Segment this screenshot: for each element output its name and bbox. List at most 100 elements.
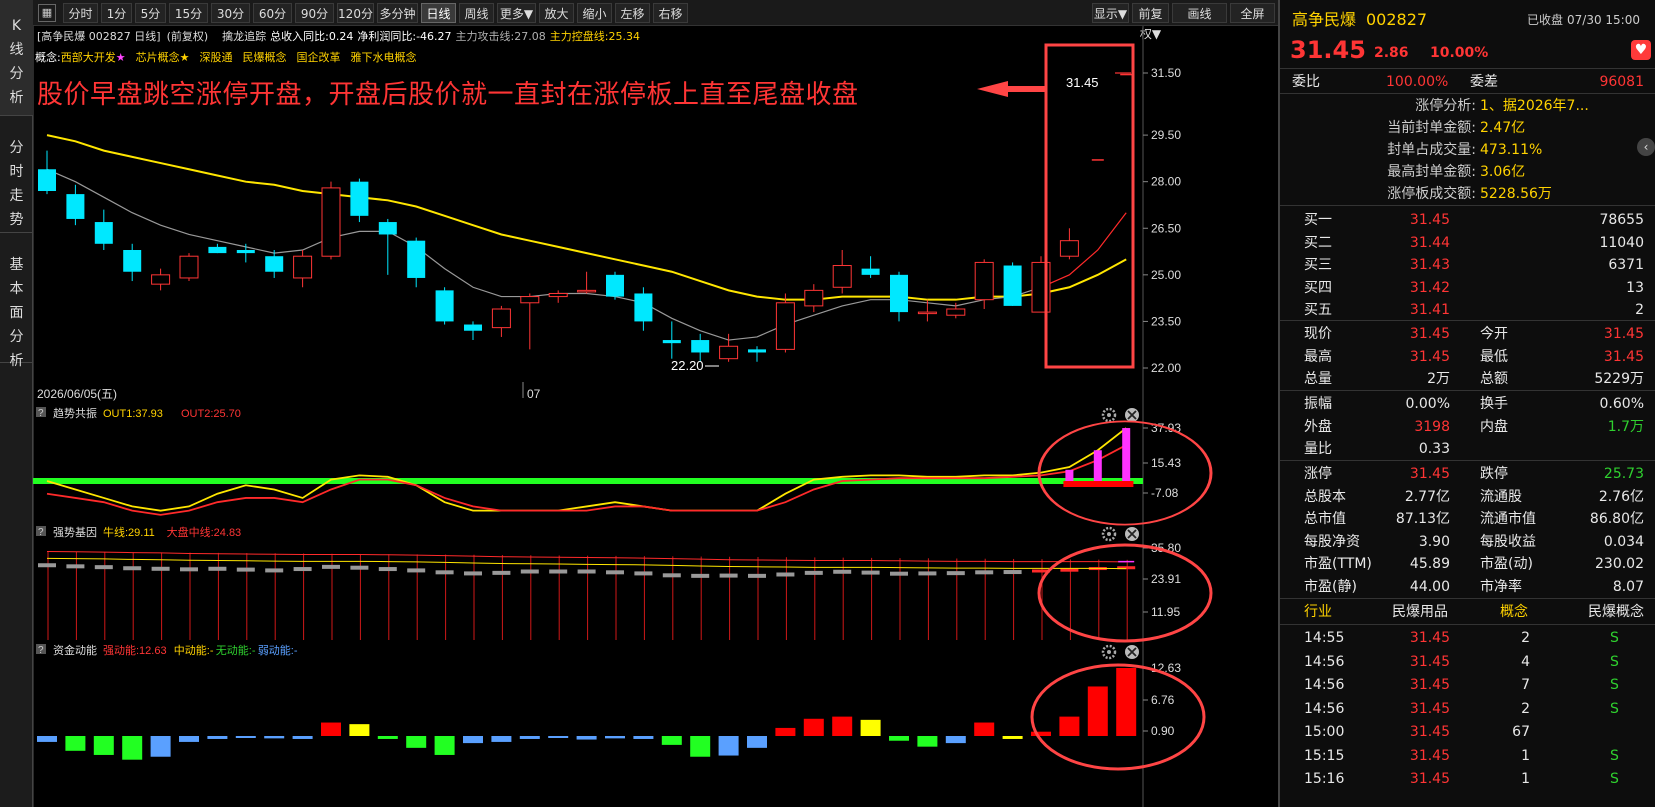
fund-bar [889,736,909,741]
fund-bar [605,736,625,739]
chart-canvas[interactable]: 31.50 29.50 28.00 26.50 25.00 23.50 22.00 2026/… [33,26,1278,807]
bid-level-label: 买一 [1304,212,1332,228]
favorite-heart-icon[interactable]: ♥ [1631,40,1651,60]
toolbar-btn-12[interactable]: 放大 [539,3,574,23]
collapse-icon[interactable]: ‹ [1637,138,1655,156]
current-price: 31.45 [1290,36,1366,64]
gene-marker [265,568,284,573]
price-change: 2.86 [1374,45,1409,61]
bid-price: 31.43 [1409,257,1450,273]
stat-label: 总量 [1304,371,1332,387]
toolbar-btn-4[interactable]: 30分 [211,3,250,23]
concept-value[interactable]: 民爆概念 [1552,600,1644,624]
panel-value: 牛线:29.11 [103,525,155,539]
sub-axis-label: 15.43 [1151,456,1181,470]
concept-tag-5[interactable]: 雅下水电概念 [350,51,416,64]
toolbar-btn-7[interactable]: 120分 [337,3,374,23]
toolbar-btn-9[interactable]: 日线 [421,3,456,23]
concept-tag-4[interactable]: 国企改革 [296,51,340,64]
concept-tag-1[interactable]: 芯片概念 [136,51,180,64]
candle [66,184,85,226]
sidebar-tab-char: 面 [9,305,24,321]
toolbar-btn-1[interactable]: 1分 [101,3,132,23]
stat-value: 230.02 [1595,556,1644,572]
limit-info-label: 封单占成交量: [1387,142,1476,158]
sub-axis-label: 23.91 [1151,572,1181,586]
toolbar-btn-14[interactable]: 左移 [615,3,650,23]
gene-marker [208,566,227,571]
fund-bar [661,736,682,745]
concept-tag-0[interactable]: 西部大开发 [61,51,116,64]
help-icon[interactable]: ? [38,408,44,419]
gene-marker [322,564,340,569]
grid-icon[interactable]: ▦ [38,4,56,22]
concept-tag-2[interactable]: 深股通 [199,51,232,64]
help-icon[interactable]: ? [38,645,44,656]
industry-value[interactable]: 民爆用品 [1392,600,1448,624]
stock-code: 002827 [1366,10,1428,29]
stat-value: 1.7万 [1607,418,1644,435]
stat-value: 87.13亿 [1395,511,1450,527]
toolbar-btn-15[interactable]: 右移 [653,3,688,23]
fund-bar [434,736,455,755]
candle [548,290,568,303]
stat-label: 内盘 [1480,418,1508,435]
stat-label: 振幅 [1304,396,1332,412]
toolbar-btn-8[interactable]: 多分钟 [377,3,418,23]
help-icon[interactable]: ? [38,527,44,538]
price-tick-label: 26.50 [1151,221,1181,235]
toolbar-btn-0[interactable]: 分时 [63,3,98,23]
tick-volume: 2 [1521,700,1530,717]
toolbar-btn-2[interactable]: 5分 [135,3,166,23]
stat-label: 市净率 [1480,578,1522,595]
indicator-name[interactable]: 擒龙追踪 [222,30,266,43]
toolbar-btn-3[interactable]: 15分 [169,3,208,23]
toolbar-btn-13[interactable]: 缩小 [577,3,612,23]
sidebar-tab-0[interactable]: K线分析 [0,0,33,116]
sidebar-tab-2[interactable]: 基本面分析 [0,233,33,369]
stat-value: 31.45 [1409,348,1450,365]
bid-price: 31.45 [1409,212,1450,228]
concept-bar: 概念:西部大开发★ 芯片概念★ 深股通 民爆概念 国企改革 雅下水电概念 [35,50,416,66]
gene-marker [691,573,710,578]
candle [804,284,824,313]
toolbar-right-btn-0[interactable]: 显示▼ [1092,3,1129,23]
chart-area[interactable]: 31.50 29.50 28.00 26.50 25.00 23.50 22.00 2026/… [33,26,1278,807]
sidebar-tab-1[interactable]: 分时走势 [0,116,33,233]
tick-price: 31.45 [1409,653,1450,670]
toolbar-right-btn-1[interactable]: 前复权▼ [1132,3,1169,41]
tick-side: S [1610,747,1619,764]
toolbar-btn-10[interactable]: 周线 [459,3,494,23]
toolbar-right-btn-2[interactable]: 画线 [1172,3,1227,23]
panel-value: OUT1:37.93 [103,408,163,420]
panel-title[interactable]: 资金动能 [53,643,97,657]
toolbar-right-btn-3[interactable]: 全屏 [1230,3,1275,23]
candle [208,243,227,254]
fund-bar [491,736,512,742]
stat-value: 3.90 [1418,533,1450,550]
gene-marker [975,570,994,575]
toolbar-btn-11[interactable]: 更多▼ [497,3,536,23]
tick-time: 14:55 [1304,630,1345,646]
candle [748,346,766,362]
candle [407,237,426,288]
toolbar-btn-5[interactable]: 60分 [253,3,292,23]
tick-volume: 1 [1521,771,1530,787]
limit-info-value: 2.47亿 [1480,120,1526,136]
toolbar-btn-6[interactable]: 90分 [295,3,334,23]
concept-label: 概念 [1500,604,1528,620]
concept-tag-3[interactable]: 民爆概念 [242,51,286,64]
fund-bar [633,736,654,739]
stat-label: 市盈(TTM) [1304,556,1372,572]
panel-title[interactable]: 强势基因 [53,526,97,539]
sub-axis-label: 6.76 [1151,693,1175,707]
gene-marker [890,571,908,576]
fund-bar [406,736,427,748]
stat-label: 外盘 [1304,418,1332,435]
tick-volume: 7 [1521,677,1530,693]
panel-title[interactable]: 趋势共振 [53,406,97,420]
tick-volume: 4 [1521,653,1530,670]
stat-value [1540,437,1644,461]
candle [890,271,908,322]
gene-marker [123,566,142,571]
